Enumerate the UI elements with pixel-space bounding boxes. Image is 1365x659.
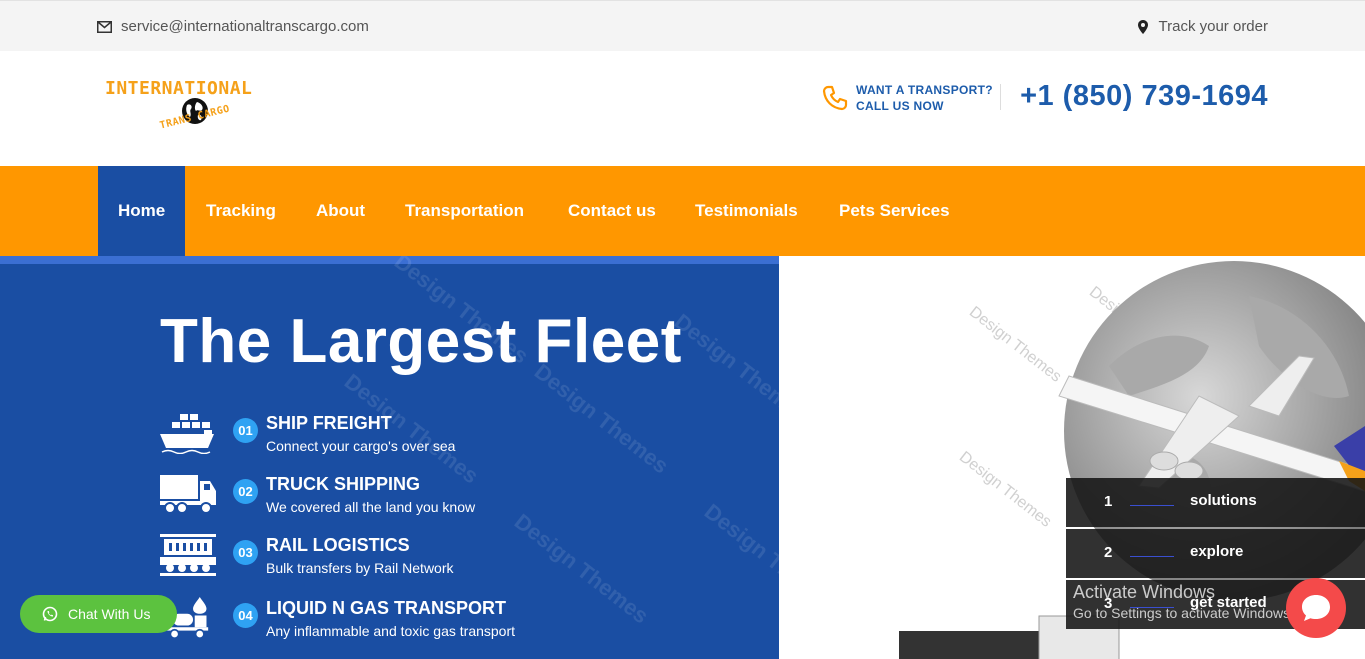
track-order-link[interactable]: Track your order (1137, 18, 1268, 35)
feature-title: RAIL LOGISTICS (266, 535, 410, 555)
step-number: 1 (1104, 493, 1113, 510)
ship-icon (160, 414, 214, 454)
activate-line2: Go to Settings to activate Windows. (1073, 605, 1294, 621)
train-icon (160, 534, 216, 576)
truck-icon (160, 475, 216, 514)
nav-item-testimonials[interactable]: Testimonials (675, 166, 818, 256)
hero-stripe (0, 256, 779, 264)
feature-subtitle: Any inflammable and toxic gas transport (266, 623, 516, 639)
chat-label: Chat With Us (68, 606, 151, 622)
watermark-text: Design Themes (699, 498, 779, 619)
feature-subtitle: We covered all the land you know (266, 499, 476, 515)
want-line1: WANT A TRANSPORT? (856, 83, 993, 97)
step-label: explore (1190, 543, 1244, 560)
top-bar: service@internationaltranscargo.com Trac… (0, 0, 1365, 51)
call-prompt: WANT A TRANSPORT? CALL US NOW (822, 82, 993, 114)
nav-item-tracking[interactable]: Tracking (186, 166, 296, 256)
nav-item-transportation[interactable]: Transportation (385, 166, 544, 256)
feature-title: TRUCK SHIPPING (266, 474, 421, 494)
logo-line1: INTERNATIONAL (105, 78, 253, 99)
watermark-text: Design Themes (509, 508, 654, 629)
nav-item-pets-services[interactable]: Pets Services (819, 166, 970, 256)
phone-number[interactable]: +1 (850) 739-1694 (1020, 80, 1268, 113)
step-line (1130, 556, 1174, 557)
hero-title: The Largest Fleet (160, 307, 682, 376)
activate-windows-watermark: Activate Windows Go to Settings to activ… (1073, 582, 1294, 621)
step-label: solutions (1190, 492, 1257, 509)
map-pin-icon (1137, 19, 1148, 34)
nav-item-home[interactable]: Home (98, 166, 186, 256)
nav-item-contact[interactable]: Contact us (548, 166, 676, 256)
step-line (1130, 505, 1174, 506)
email-text: service@internationaltranscargo.com (121, 18, 369, 35)
header-divider (1000, 84, 1001, 110)
watermark-text: Design Themes (669, 308, 779, 429)
chat-bubble-icon (1302, 595, 1330, 621)
track-text: Track your order (1158, 18, 1268, 35)
want-line2: CALL US NOW (856, 99, 944, 113)
live-chat-bubble[interactable] (1286, 578, 1346, 638)
activate-line1: Activate Windows (1073, 582, 1216, 602)
email-link[interactable]: service@internationaltranscargo.com (97, 18, 369, 35)
whatsapp-icon (42, 606, 58, 622)
feature-subtitle: Connect your cargo's over sea (266, 438, 456, 454)
site-header: INTERNATIONAL TRANS CARGO WANT A TRANSPO… (0, 51, 1365, 166)
step-solutions[interactable]: 1 solutions (1066, 478, 1365, 527)
feature-number: 02 (233, 479, 258, 504)
main-nav: Home Tracking About Transportation Conta… (0, 166, 1365, 256)
feature-number: 03 (233, 540, 258, 565)
feature-number: 04 (233, 603, 258, 628)
feature-title: LIQUID N GAS TRANSPORT (266, 598, 507, 618)
chat-with-us-button[interactable]: Chat With Us (20, 595, 177, 633)
phone-icon (822, 85, 848, 111)
step-explore[interactable]: 2 explore (1066, 529, 1365, 578)
feature-subtitle: Bulk transfers by Rail Network (266, 560, 454, 576)
envelope-icon (97, 20, 112, 33)
step-number: 2 (1104, 544, 1113, 561)
feature-title: SHIP FREIGHT (266, 413, 392, 433)
nav-item-about[interactable]: About (296, 166, 385, 256)
site-logo[interactable]: INTERNATIONAL TRANS CARGO (103, 78, 289, 140)
feature-number: 01 (233, 418, 258, 443)
